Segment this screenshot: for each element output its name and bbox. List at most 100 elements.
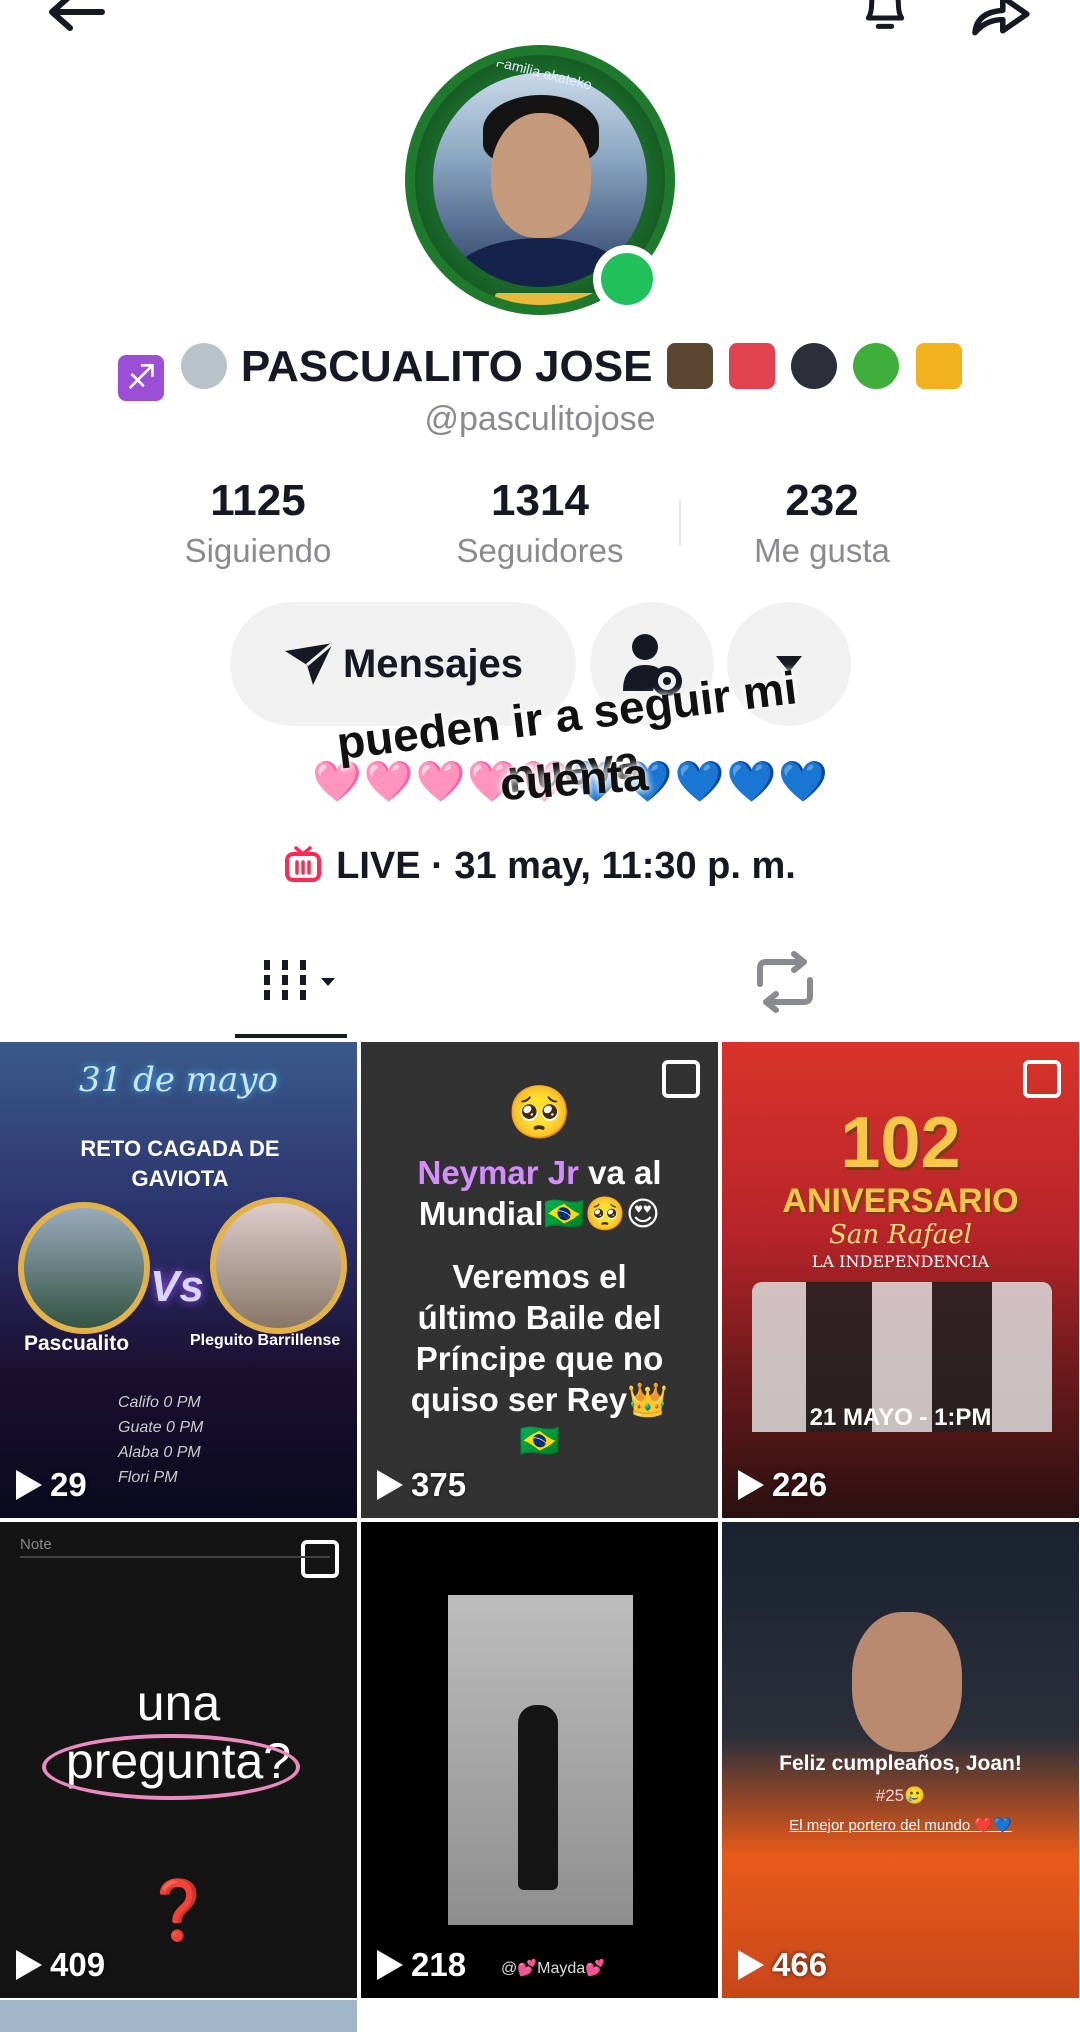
- video-2-line: último Baile del: [417, 1299, 662, 1336]
- send-icon: [284, 641, 334, 685]
- clover-emoji-icon: [853, 343, 900, 389]
- tab-videos[interactable]: [255, 950, 345, 1015]
- video-view-count: 409: [16, 1946, 105, 1984]
- video-views: 226: [772, 1466, 828, 1503]
- ninja-emoji-icon: [791, 343, 838, 389]
- video-3-small: LA INDEPENDENCIA: [811, 1252, 990, 1271]
- stat-likes-value: 232: [785, 476, 859, 525]
- video-2-line: 🇧🇷: [518, 1422, 561, 1459]
- video-1-schedule-line: Califo 0 PM: [118, 1394, 201, 1411]
- video-views: 409: [50, 1946, 106, 1983]
- play-icon: [738, 1470, 764, 1500]
- video-3-big-number: 102: [840, 1103, 961, 1183]
- repost-icon: [757, 951, 813, 1013]
- profile-name: PASCUALITO JOSE: [240, 342, 653, 391]
- video-5-tag: @💕Mayda💕: [501, 1960, 606, 1977]
- video-1-schedule: Califo 0 PM Guate 0 PM Alaba 0 PM Flori …: [118, 1390, 203, 1490]
- eagle-emoji-icon: [666, 343, 713, 389]
- sagittarius-emoji-icon: ♐: [118, 355, 165, 401]
- stat-likes-label: Me gusta: [754, 532, 890, 569]
- profile-handle: @pasculitojose: [424, 400, 656, 438]
- video-2-emoji: 🥺: [507, 1084, 572, 1142]
- video-6-subcaption: El mejor portero del mundo ❤️💙: [789, 1817, 1012, 1834]
- video-1-left-name: Pascualito: [24, 1332, 130, 1355]
- video-views: 466: [772, 1946, 828, 1983]
- video-tile[interactable]: 31 de mayo RETO CAGADA DE GAVIOTA Vs Pas…: [0, 1042, 357, 1518]
- video-5-photo: [448, 1595, 633, 1925]
- video-1-vs: Vs: [150, 1262, 204, 1311]
- multi-photo-icon: [301, 1540, 339, 1578]
- video-views: 29: [50, 1466, 87, 1503]
- grid-bars-icon: [264, 960, 335, 1004]
- play-icon: [16, 1950, 42, 1980]
- live-tv-icon: [285, 846, 322, 882]
- video-view-count: 466: [738, 1946, 827, 1984]
- play-icon: [377, 1950, 403, 1980]
- video-2-line: Príncipe que no: [415, 1340, 664, 1377]
- video-1-title: 31 de mayo: [79, 1060, 278, 1100]
- video-1-schedule-line: Guate 0 PM: [118, 1419, 204, 1436]
- video-2-line: Neymar Jr va al: [417, 1154, 662, 1191]
- video-2-line: Veremos el: [452, 1258, 627, 1295]
- stat-followers-value: 1314: [491, 476, 589, 525]
- video-views: 375: [411, 1466, 467, 1503]
- share-icon[interactable]: [965, 0, 1035, 40]
- video-6-head: [852, 1612, 962, 1752]
- stat-following-label: Siguiendo: [184, 532, 332, 569]
- stat-followers[interactable]: 1314 Seguidores: [410, 476, 670, 570]
- video-view-count: 29: [16, 1466, 87, 1504]
- live-schedule-text: LIVE · 31 may, 11:30 p. m.: [336, 845, 796, 887]
- video-5-person: [518, 1705, 558, 1890]
- alien-emoji-icon: [180, 343, 227, 389]
- next-row-tile-partial[interactable]: [0, 2000, 357, 2032]
- video-view-count: 218: [377, 1946, 466, 1984]
- tab-active-underline: [235, 1034, 347, 1038]
- video-2-text: Neymar Jr va al Mundial🇧🇷🥺😍 Veremos el ú…: [361, 1152, 718, 1461]
- video-2-line: Mundial🇧🇷🥺😍: [418, 1195, 661, 1232]
- stat-following-value: 1125: [210, 476, 306, 525]
- stat-followers-label: Seguidores: [456, 532, 624, 569]
- message-button-label: Mensajes: [342, 641, 524, 686]
- video-4-word-1: una: [136, 1675, 221, 1731]
- video-2-line: quiso ser Rey👑: [410, 1381, 669, 1418]
- video-1-right-name: Pleguito Barrillense: [190, 1332, 341, 1349]
- stat-likes[interactable]: 232 Me gusta: [692, 476, 952, 570]
- back-arrow-icon[interactable]: [40, 0, 110, 42]
- video-view-count: 226: [738, 1466, 827, 1504]
- video-6-hashtag: #25🥲: [875, 1786, 926, 1805]
- video-1-portrait-right: [210, 1197, 347, 1334]
- video-3-subtitle: ANIVERSARIO: [782, 1182, 1019, 1220]
- video-1-caption: RETO CAGADA DE GAVIOTA: [80, 1136, 280, 1191]
- video-tile[interactable]: Note una pregunta? ❓ 409: [0, 1522, 357, 1998]
- stat-following[interactable]: 1125 Siguiendo: [128, 476, 388, 570]
- tab-reposts[interactable]: [750, 950, 820, 1015]
- multi-photo-icon: [1023, 1060, 1061, 1098]
- video-view-count: 375: [377, 1466, 466, 1504]
- video-1-portrait-left: [18, 1202, 150, 1334]
- bell-icon[interactable]: [855, 0, 915, 38]
- video-tile[interactable]: 🥺 Neymar Jr va al Mundial🇧🇷🥺😍 Veremos el…: [361, 1042, 718, 1518]
- beer-emoji-icon: [915, 343, 962, 389]
- dancer-emoji-icon: [728, 343, 775, 389]
- video-tile[interactable]: 102 ANIVERSARIO San Rafael LA INDEPENDEN…: [722, 1042, 1079, 1518]
- avatar-badge: [495, 293, 605, 305]
- video-3-script: San Rafael: [829, 1220, 972, 1250]
- live-schedule[interactable]: LIVE · 31 may, 11:30 p. m.: [0, 845, 1080, 888]
- profile-name-row: ♐ PASCUALITO JOSE: [0, 342, 1080, 401]
- video-4-note-label: Note: [20, 1536, 52, 1553]
- video-1-schedule-line: Flori PM: [118, 1469, 178, 1486]
- video-views: 218: [411, 1946, 467, 1983]
- video-1-schedule-line: Alaba 0 PM: [118, 1444, 201, 1461]
- video-tile[interactable]: @💕Mayda💕 218: [361, 1522, 718, 1998]
- video-3-date: 21 MAYO - 1:PM: [809, 1404, 992, 1431]
- online-status-dot: [593, 245, 661, 313]
- play-icon: [377, 1470, 403, 1500]
- video-2-line: [361, 1234, 718, 1256]
- video-tile[interactable]: Feliz cumpleaños, Joan! #25🥲 El mejor po…: [722, 1522, 1079, 1998]
- video-4-circle-highlight: [42, 1734, 300, 1800]
- video-6-caption: Feliz cumpleaños, Joan!: [779, 1752, 1022, 1775]
- video-4-question-mark: ❓: [142, 1878, 215, 1943]
- play-icon: [16, 1470, 42, 1500]
- stat-divider: [679, 500, 681, 546]
- overlay-sticker-text-2: cuenta: [498, 747, 650, 811]
